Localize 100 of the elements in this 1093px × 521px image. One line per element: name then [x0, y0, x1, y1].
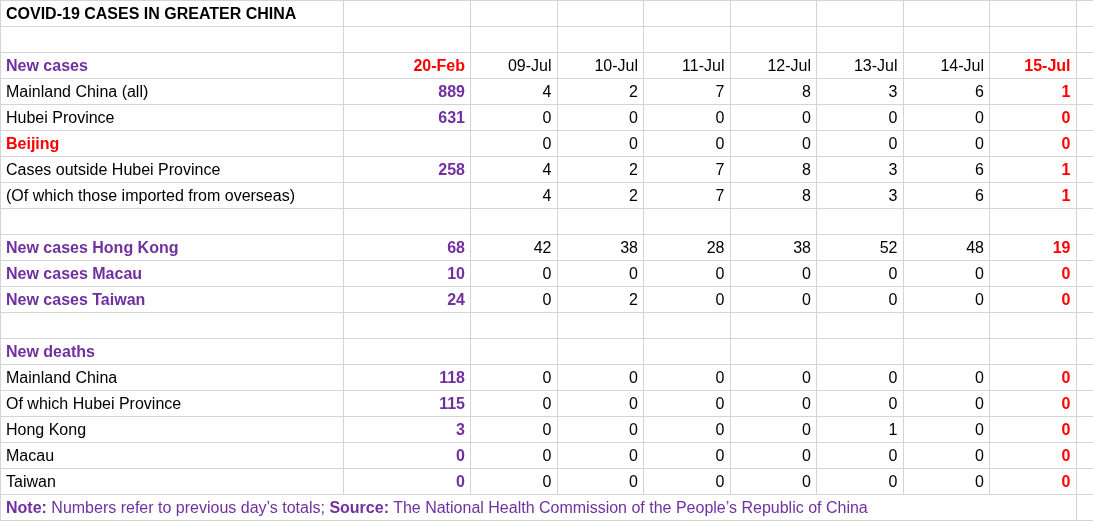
- table-cell: 0: [1061, 473, 1071, 490]
- table-cell: 7: [715, 83, 725, 100]
- table-cell: 3: [888, 187, 898, 204]
- table-cell: 0: [1061, 135, 1071, 152]
- table-cell: 8: [802, 83, 811, 100]
- table-cell: 0: [629, 473, 638, 490]
- table-cell: 0: [802, 395, 811, 412]
- table-cell: 0: [542, 447, 552, 464]
- table-cell: 2: [629, 83, 638, 100]
- table-cell: 0: [975, 395, 984, 412]
- table-cell: 0: [542, 135, 552, 152]
- table-cell: 0: [1061, 291, 1071, 308]
- table-cell: 0: [975, 291, 984, 308]
- table-cell: 38: [620, 239, 638, 256]
- table-cell: 52: [879, 239, 898, 256]
- row-label: New cases Macau: [6, 265, 143, 282]
- table-cell: 0: [542, 395, 552, 412]
- row-label: (Of which those imported from overseas): [6, 187, 295, 204]
- row-label: Of which Hubei Province: [6, 395, 182, 412]
- table-cell: 0: [802, 447, 811, 464]
- table-cell: 0: [975, 265, 984, 282]
- table-cell: 258: [438, 161, 465, 178]
- table-cell: 0: [715, 473, 725, 490]
- table-cell: 6: [975, 187, 984, 204]
- table-cell: 115: [439, 395, 465, 412]
- table-cell: 4: [542, 161, 552, 178]
- table-cell: 0: [715, 395, 725, 412]
- table-cell: 0: [975, 447, 984, 464]
- table-cell: 8: [802, 161, 811, 178]
- section-label: New cases: [6, 57, 88, 74]
- date-header: 14-Jul: [940, 57, 984, 74]
- table-cell: 0: [542, 109, 552, 126]
- date-header: 20-Feb: [413, 57, 465, 74]
- table-cell: 0: [975, 135, 984, 152]
- table-cell: 0: [888, 473, 898, 490]
- table-cell: 10: [447, 265, 465, 282]
- table-cell: 3: [888, 161, 898, 178]
- table-cell: 4: [542, 187, 552, 204]
- table-cell: 0: [975, 369, 984, 386]
- table-cell: 6: [975, 83, 984, 100]
- sheet-title: COVID-19 CASES IN GREATER CHINA: [6, 5, 297, 22]
- table-cell: 1: [1061, 187, 1071, 204]
- table-cell: 0: [456, 473, 465, 490]
- table-cell: 0: [1061, 369, 1071, 386]
- table-cell: 42: [533, 239, 552, 256]
- table-cell: 0: [802, 369, 811, 386]
- table-cell: 1: [1061, 83, 1071, 100]
- table-cell: 0: [715, 369, 725, 386]
- table-cell: 0: [456, 447, 465, 464]
- table-cell: 0: [1061, 395, 1071, 412]
- row-label: New cases Hong Kong: [6, 239, 179, 256]
- table-cell: 4: [542, 83, 552, 100]
- table-cell: 0: [802, 135, 811, 152]
- table-cell: 0: [1061, 109, 1071, 126]
- table-cell: 631: [438, 109, 465, 126]
- table-cell: 0: [802, 265, 811, 282]
- row-label: Mainland China: [6, 369, 118, 386]
- table-cell: 24: [447, 291, 465, 308]
- table-cell: 0: [802, 291, 811, 308]
- table-cell: 68: [447, 239, 465, 256]
- row-label: New deaths: [6, 343, 95, 360]
- table-cell: 889: [438, 83, 465, 100]
- table-cell: 0: [975, 421, 984, 438]
- row-label: Hong Kong: [6, 421, 87, 438]
- row-label: Taiwan: [6, 473, 56, 490]
- table-cell: 0: [542, 421, 552, 438]
- date-header: 09-Jul: [507, 57, 552, 74]
- table-cell: 0: [715, 421, 725, 438]
- table-cell: 0: [888, 109, 898, 126]
- table-cell: 0: [888, 265, 898, 282]
- row-label: Macau: [6, 447, 55, 464]
- table-cell: 3: [888, 83, 898, 100]
- table-cell: 0: [715, 291, 725, 308]
- table-cell: 0: [629, 109, 638, 126]
- table-cell: 0: [715, 109, 725, 126]
- table-cell: 0: [802, 109, 811, 126]
- table-cell: 0: [542, 369, 552, 386]
- table-cell: 0: [629, 265, 638, 282]
- table-cell: 2: [629, 291, 638, 308]
- table-cell: 0: [715, 265, 725, 282]
- table-cell: 0: [888, 447, 898, 464]
- table-cell: 0: [542, 473, 552, 490]
- table-cell: 8: [802, 187, 811, 204]
- date-header: 10-Jul: [594, 57, 638, 74]
- table-cell: 2: [629, 187, 638, 204]
- table-cell: 0: [888, 135, 898, 152]
- table-cell: 0: [715, 135, 725, 152]
- table-cell: 0: [629, 369, 638, 386]
- table-cell: 0: [802, 473, 811, 490]
- date-header: 12-Jul: [767, 57, 811, 74]
- table-cell: 0: [629, 395, 638, 412]
- table-cell: 0: [888, 369, 898, 386]
- table-cell: 3: [456, 421, 465, 438]
- note-text: Note: Numbers refer to previous day’s totals; Source: The National Health Commission of the People’s Republic of China: [6, 499, 868, 516]
- table-cell: 0: [975, 473, 984, 490]
- table-cell: 0: [629, 447, 638, 464]
- table-cell: 48: [966, 239, 984, 256]
- table-cell: 28: [706, 239, 725, 256]
- table-cell: 7: [715, 161, 725, 178]
- table-cell: 0: [1061, 447, 1071, 464]
